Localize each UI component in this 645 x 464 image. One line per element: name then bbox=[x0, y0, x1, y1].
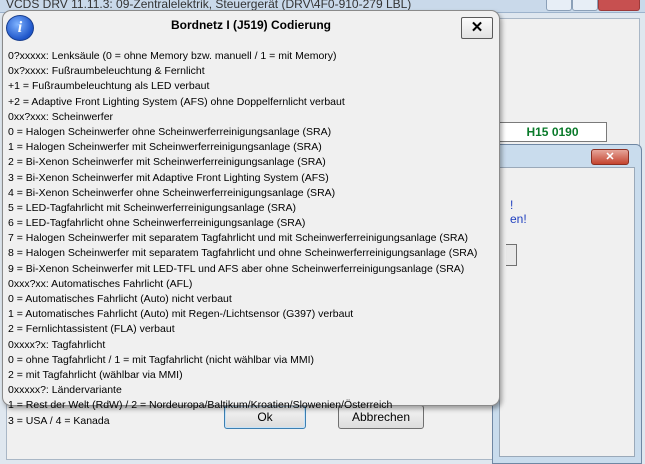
close-button[interactable]: ✕ bbox=[461, 17, 493, 39]
secondary-dialog-message-line2: en! bbox=[510, 212, 527, 226]
info-line: 1 = Halogen Scheinwerfer mit Scheinwerfe… bbox=[8, 141, 322, 154]
info-line: 0x?xxxx: Fußraumbeleuchtung & Fernlicht bbox=[8, 65, 205, 78]
coding-value-field[interactable]: H15 0190 bbox=[498, 122, 607, 142]
info-line: 0 = Halogen Scheinwerfer ohne Scheinwerf… bbox=[8, 125, 332, 138]
info-line: 1 = Rest der Welt (RdW) / 2 = Nordeuropa… bbox=[8, 399, 393, 412]
info-line: 1 = Automatisches Fahrlicht (Auto) mit R… bbox=[8, 308, 354, 321]
info-line: 2 = Fernlichtassistent (FLA) verbaut bbox=[8, 323, 175, 336]
info-line: 0?xxxxx: Lenksäule (0 = ohne Memory bzw.… bbox=[8, 50, 337, 62]
info-line: +1 = Fußraumbeleuchtung als LED verbaut bbox=[8, 80, 210, 93]
info-line: 2 = mit Tagfahrlicht (wählbar via MMI) bbox=[8, 368, 183, 381]
info-line: 0xxxx?x: Tagfahrlicht bbox=[8, 338, 106, 351]
secondary-dialog-message: ! en! bbox=[510, 198, 527, 226]
popup-title: Bordnetz I (J519) Codierung bbox=[170, 18, 331, 32]
info-line: 0xx?xxx: Scheinwerfer bbox=[8, 110, 114, 123]
info-line: 0 = ohne Tagfahrlicht / 1 = mit Tagfahrl… bbox=[8, 353, 315, 366]
info-line: 3 = Bi-Xenon Scheinwerfer mit Adaptive F… bbox=[8, 171, 329, 184]
secondary-dialog-button[interactable] bbox=[506, 244, 517, 266]
secondary-dialog-message-line1: ! bbox=[510, 198, 514, 212]
minimize-button[interactable] bbox=[546, 0, 572, 11]
maximize-button[interactable] bbox=[572, 0, 598, 11]
info-line: 7 = Halogen Scheinwerfer mit separatem T… bbox=[8, 232, 469, 245]
coding-info-popup: i Bordnetz I (J519) Codierung ✕ 0?xxxxx:… bbox=[2, 10, 500, 427]
info-line: 2 = Bi-Xenon Scheinwerfer mit Scheinwerf… bbox=[8, 156, 326, 169]
window-close-button[interactable] bbox=[598, 0, 640, 11]
info-line: 5 = LED-Tagfahrlicht mit Scheinwerferrei… bbox=[8, 201, 297, 214]
info-line: 9 = Bi-Xenon Scheinwerfer mit LED-TFL un… bbox=[8, 262, 465, 275]
info-line: 6 = LED-Tagfahrlicht ohne Scheinwerferre… bbox=[8, 217, 306, 230]
secondary-dialog-close-button[interactable]: ✕ bbox=[591, 149, 629, 165]
info-line: 3 = USA / 4 = Kanada bbox=[8, 414, 110, 427]
info-line: 4 = Bi-Xenon Scheinwerfer ohne Scheinwer… bbox=[8, 186, 336, 199]
info-line: 0 = Automatisches Fahrlicht (Auto) nicht… bbox=[8, 293, 232, 305]
secondary-dialog-body: ! en! bbox=[499, 167, 635, 457]
info-line: 8 = Halogen Scheinwerfer mit separatem T… bbox=[8, 247, 478, 260]
secondary-dialog: ✕ ! en! bbox=[492, 144, 642, 464]
coding-info-list: 0?xxxxx: Lenksäule (0 = ohne Memory bzw.… bbox=[8, 49, 496, 429]
info-line: 0xxxxx?: Ländervariante bbox=[8, 384, 122, 397]
info-line: 0xxx?xx: Automatisches Fahrlicht (AFL) bbox=[8, 277, 193, 290]
info-line: +2 = Adaptive Front Lighting System (AFS… bbox=[8, 95, 345, 108]
